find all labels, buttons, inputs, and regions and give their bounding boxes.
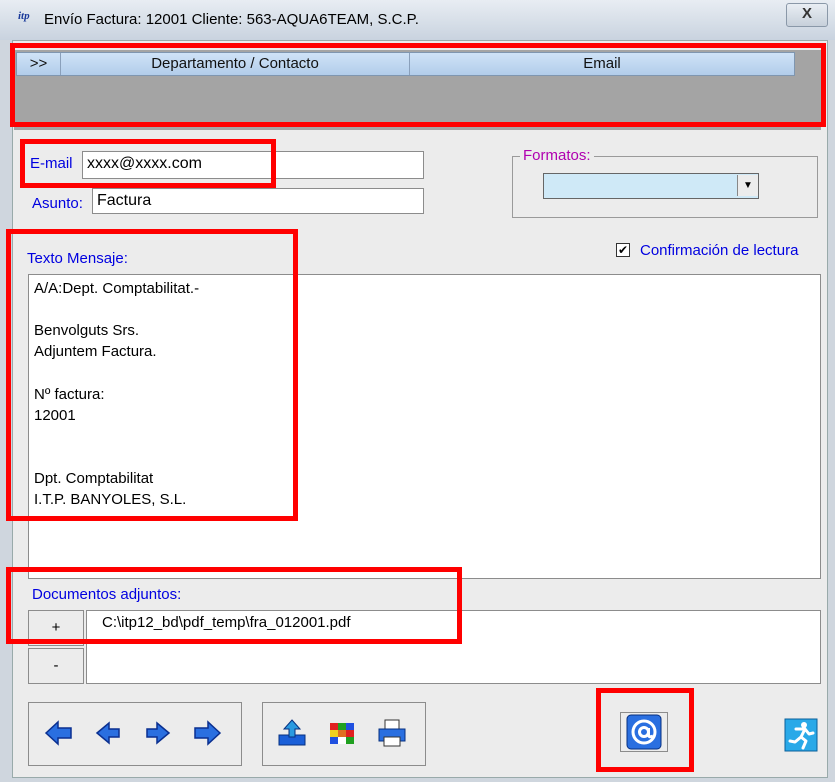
itp-app-icon: itp — [18, 10, 30, 22]
chevron-down-icon[interactable]: ▼ — [737, 175, 758, 196]
last-arrow-icon[interactable] — [192, 717, 224, 749]
export-icon[interactable] — [276, 717, 308, 749]
printer-icon[interactable] — [376, 717, 408, 749]
highlight-box-grid — [10, 43, 826, 127]
window-title: Envío Factura: 12001 Cliente: 563-AQUA6T… — [44, 11, 419, 28]
prev-arrow-icon[interactable] — [92, 717, 124, 749]
highlight-box-message — [6, 229, 298, 521]
highlight-box-send — [596, 688, 694, 772]
cube-icon[interactable] — [326, 717, 358, 749]
formats-label: Formatos: — [520, 147, 594, 164]
formats-select[interactable] — [543, 173, 759, 199]
read-receipt-checkbox[interactable]: ✔ — [616, 243, 630, 257]
first-arrow-icon[interactable] — [42, 717, 74, 749]
highlight-box-email — [20, 139, 276, 188]
subject-field[interactable]: Factura — [92, 188, 424, 214]
remove-attachment-button[interactable]: - — [28, 648, 84, 684]
read-receipt-label: Confirmación de lectura — [640, 242, 799, 259]
close-button[interactable]: X — [786, 3, 828, 27]
highlight-box-attachments — [6, 567, 462, 644]
next-arrow-icon[interactable] — [142, 717, 174, 749]
subject-label: Asunto: — [32, 195, 83, 212]
running-man-exit-icon[interactable] — [784, 718, 818, 757]
